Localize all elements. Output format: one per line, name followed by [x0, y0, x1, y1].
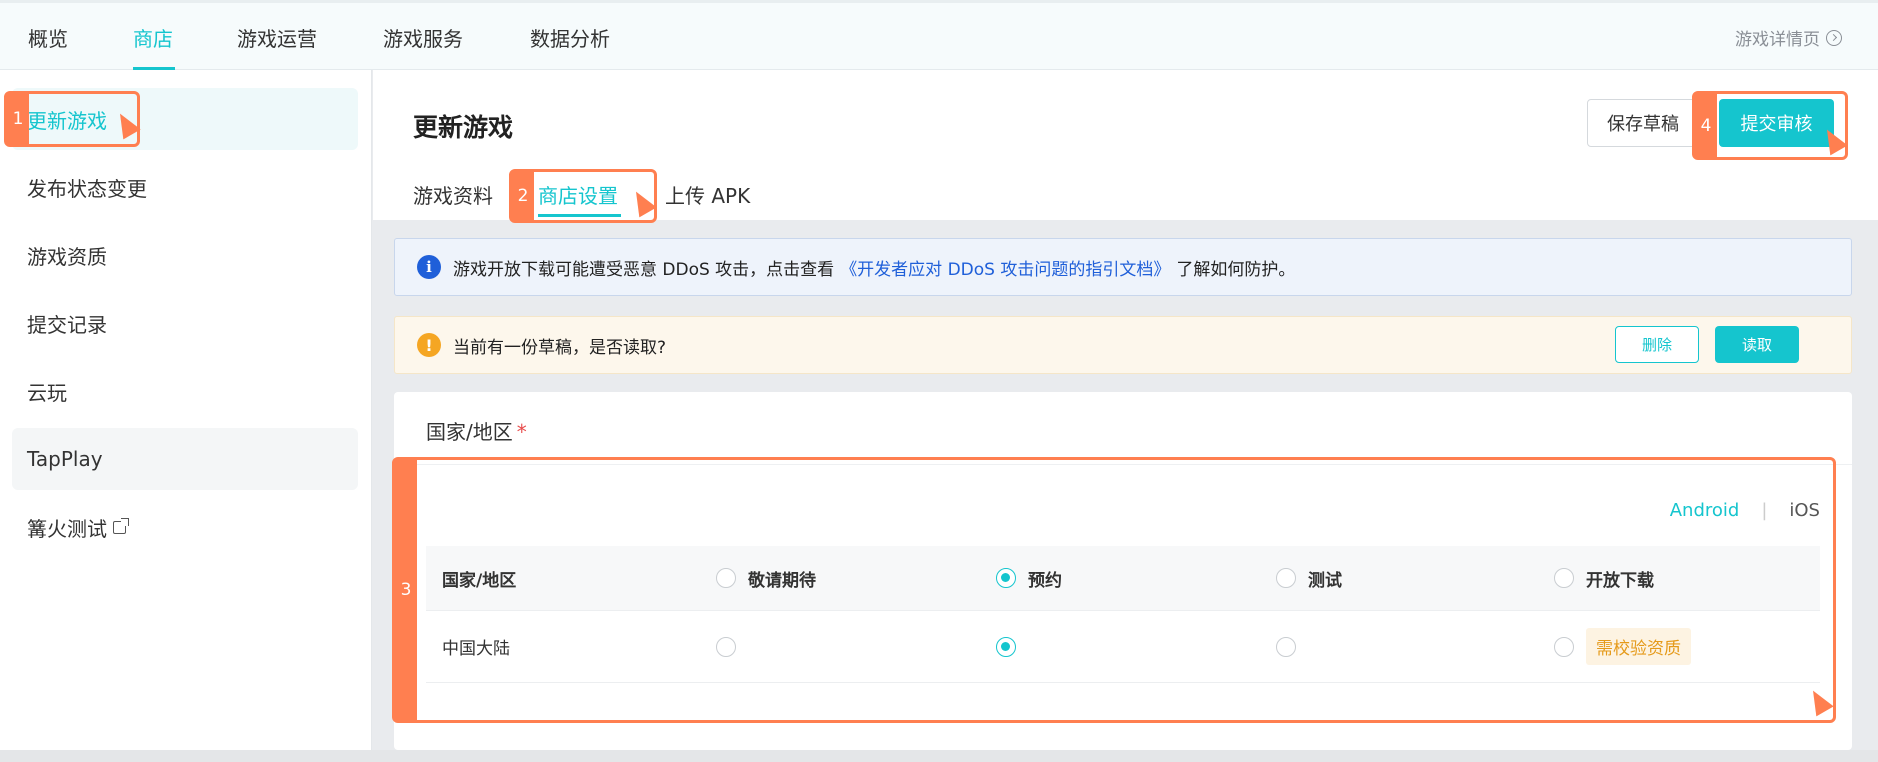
save-draft-button[interactable]: 保存草稿 [1587, 99, 1699, 147]
marker-number: 2 [512, 172, 534, 220]
alert-info-suffix: 了解如何防护。 [1176, 259, 1296, 280]
tab-data-analysis[interactable]: 数据分析 [530, 23, 610, 52]
page-title: 更新游戏 [413, 113, 514, 142]
delete-draft-button[interactable]: 删除 [1615, 326, 1699, 363]
tab-game-services[interactable]: 游戏服务 [383, 23, 463, 52]
chevron-right-circle-icon [1826, 29, 1842, 46]
warning-icon: ! [417, 333, 441, 357]
read-draft-button[interactable]: 读取 [1715, 326, 1799, 363]
sidebar-item-label: 云玩 [27, 380, 67, 405]
highlight-box-3: 3 [392, 457, 1836, 723]
ddos-guide-link[interactable]: 《开发者应对 DDoS 攻击问题的指引文档》 [840, 255, 1170, 280]
tab-game-operations[interactable]: 游戏运营 [237, 23, 317, 52]
external-link-icon [113, 517, 129, 534]
subtab-upload-apk[interactable]: 上传 APK [665, 180, 750, 209]
game-detail-link[interactable]: 游戏详情页 [1735, 25, 1842, 50]
region-section-title: 国家/地区 * [426, 416, 527, 445]
draft-warning-alert: ! 当前有一份草稿，是否读取? 删除 读取 [394, 316, 1852, 374]
info-icon: i [417, 255, 441, 279]
sidebar-item-label: 篝火测试 [27, 516, 107, 541]
sidebar-item-submission-history[interactable]: 提交记录 [12, 292, 358, 354]
bottom-strip [0, 750, 1878, 762]
game-detail-label: 游戏详情页 [1735, 30, 1820, 50]
top-navigation: 概览 商店 游戏运营 游戏服务 数据分析 游戏详情页 [0, 0, 1878, 70]
sidebar-item-bonfire-test[interactable]: 篝火测试 [12, 496, 358, 558]
tab-overview[interactable]: 概览 [28, 23, 68, 52]
subtab-game-info[interactable]: 游戏资料 [413, 180, 493, 209]
sidebar-item-release-status[interactable]: 发布状态变更 [12, 156, 358, 218]
alert-info-text: 游戏开放下载可能遭受恶意 DDoS 攻击，点击查看 [453, 259, 835, 280]
marker-number: 1 [7, 94, 29, 144]
marker-number: 4 [1695, 94, 1717, 157]
sidebar-item-label: 提交记录 [27, 312, 107, 337]
sidebar-item-label: 发布状态变更 [27, 176, 147, 201]
sidebar-item-label: TapPlay [27, 447, 103, 471]
sidebar-item-cloud-play[interactable]: 云玩 [12, 360, 358, 422]
sidebar-item-label: 游戏资质 [27, 244, 107, 269]
alert-warn-text: 当前有一份草稿，是否读取? [453, 337, 667, 358]
sidebar-item-tapplay[interactable]: TapPlay [12, 428, 358, 490]
region-title-text: 国家/地区 [426, 420, 513, 444]
marker-number: 3 [395, 460, 417, 720]
highlight-box-4: 4 [1692, 91, 1848, 160]
sidebar-item-game-qualification[interactable]: 游戏资质 [12, 224, 358, 286]
sidebar: 更新游戏 发布状态变更 游戏资质 提交记录 云玩 TapPlay 篝火测试 [0, 70, 372, 750]
tab-store[interactable]: 商店 [133, 23, 173, 52]
ddos-info-alert: i 游戏开放下载可能遭受恶意 DDoS 攻击，点击查看 《开发者应对 DDoS … [394, 238, 1852, 296]
required-mark: * [516, 420, 527, 444]
